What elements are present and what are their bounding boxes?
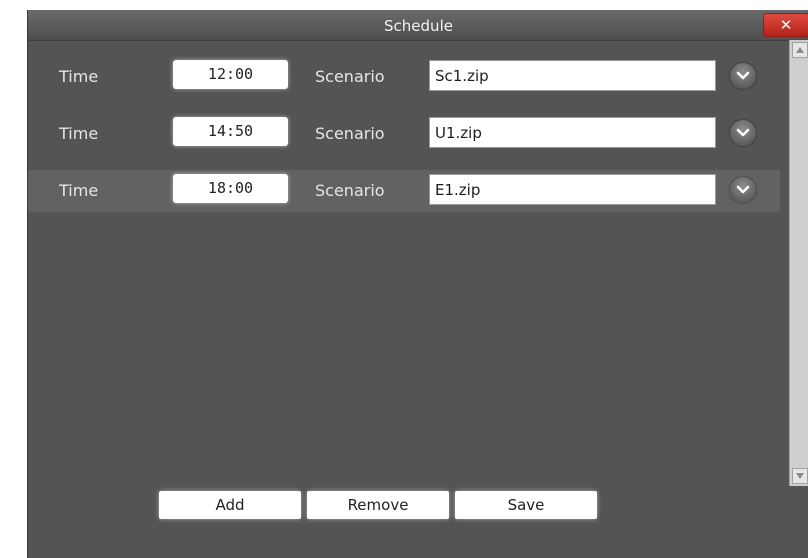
time-input[interactable]: 14:50 [173, 117, 288, 146]
scenario-input[interactable]: U1.zip [429, 117, 716, 148]
schedule-row-selected[interactable]: Time 18:00 Scenario E1.zip [28, 170, 780, 212]
schedule-row[interactable]: Time 12:00 Scenario Sc1.zip [28, 56, 780, 98]
scenario-label: Scenario [315, 124, 385, 143]
scroll-down-button[interactable] [792, 468, 808, 484]
close-button[interactable]: ✕ [763, 13, 808, 37]
scenario-input[interactable]: E1.zip [429, 174, 716, 205]
scenario-dropdown-button[interactable] [730, 177, 756, 203]
scenario-label: Scenario [315, 181, 385, 200]
scenario-dropdown-button[interactable] [730, 63, 756, 89]
close-icon: ✕ [779, 16, 793, 34]
title-bar[interactable]: Schedule ✕ [28, 10, 808, 41]
add-button[interactable]: Add [159, 491, 301, 519]
time-input[interactable]: 12:00 [173, 60, 288, 89]
chevron-down-icon [736, 128, 750, 137]
vertical-scrollbar[interactable] [789, 40, 808, 486]
schedule-window: Schedule ✕ Time 12:00 Scenario Sc1.zip T… [27, 10, 808, 558]
scenario-label: Scenario [315, 67, 385, 86]
scroll-up-button[interactable] [792, 42, 808, 58]
remove-button[interactable]: Remove [307, 491, 449, 519]
time-label: Time [59, 124, 99, 143]
chevron-down-icon [736, 71, 750, 80]
window-title: Schedule [384, 17, 453, 35]
schedule-row[interactable]: Time 14:50 Scenario U1.zip [28, 113, 780, 155]
scroll-down-arrow-icon [796, 473, 804, 479]
scenario-dropdown-button[interactable] [730, 120, 756, 146]
scroll-up-arrow-icon [796, 47, 804, 53]
time-label: Time [59, 67, 99, 86]
save-button[interactable]: Save [455, 491, 597, 519]
time-label: Time [59, 181, 99, 200]
time-input[interactable]: 18:00 [173, 174, 288, 203]
scenario-input[interactable]: Sc1.zip [429, 60, 716, 91]
chevron-down-icon [736, 185, 750, 194]
